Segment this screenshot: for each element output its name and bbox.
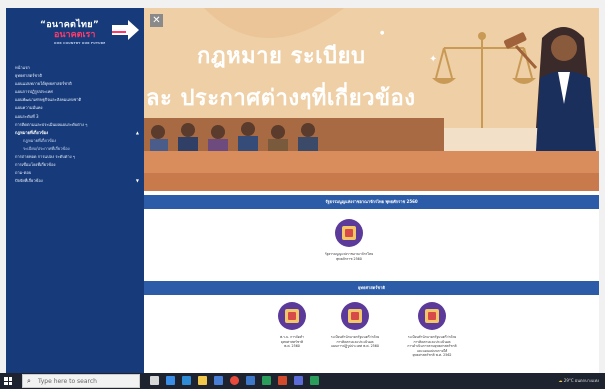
line-icon[interactable] bbox=[310, 376, 319, 385]
search-icon: ⌕ bbox=[27, 377, 31, 385]
powerpoint-icon[interactable] bbox=[278, 376, 287, 385]
windows-taskbar: ⌕ Type here to search ☁ 29°C ฝนตกบางแห่ง bbox=[0, 373, 605, 389]
sidebar-item-label: แผนการปฏิรูปประเทศ bbox=[15, 89, 53, 95]
search-placeholder: Type here to search bbox=[38, 378, 97, 385]
sidebar-item[interactable]: การติดตามและประเมินผลแผนระดับต่าง ๆ bbox=[6, 121, 144, 129]
sidebar-menu: หน้าแรกยุทธศาสตร์ชาติแผนแม่บทภายใต้ยุทธศ… bbox=[6, 64, 144, 185]
system-tray[interactable]: ☁ 29°C ฝนตกบางแห่ง bbox=[559, 377, 599, 384]
law-document-icon bbox=[335, 219, 363, 247]
sidebar-item-label: แผนพัฒนาเศรษฐกิจและสังคมแห่งชาติ bbox=[15, 97, 82, 103]
sidebar-item[interactable]: ถาม-ตอบ bbox=[6, 169, 144, 177]
logo-tagline: OUR COUNTRY OUR FUTURE bbox=[54, 41, 106, 45]
banner-title-line2: ละ ประกาศต่างๆที่เกี่ยวข้อง bbox=[146, 86, 416, 111]
document-card-label: ระเบียบสำนักนายกรัฐมนตรีว่าด้วย การติดตา… bbox=[407, 335, 457, 357]
sidebar-item[interactable]: แผนความมั่นคง bbox=[6, 104, 144, 112]
logo-arrow-icon bbox=[112, 20, 139, 40]
sidebar-item[interactable]: แผนระดับที่ 3 bbox=[6, 113, 144, 121]
sidebar-item-label: แผนความมั่นคง bbox=[15, 105, 43, 111]
excel-icon[interactable] bbox=[262, 376, 271, 385]
site-logo[interactable]: “อนาคตไทย” อนาคตเรา OUR COUNTRY OUR FUTU… bbox=[40, 17, 140, 47]
chevron-up-icon: ▲ bbox=[135, 129, 139, 135]
sidebar-item-label: ยุทธศาสตร์ชาติ bbox=[15, 73, 42, 79]
sidebar-item[interactable]: แผนแม่บทภายใต้ยุทธศาสตร์ชาติ bbox=[6, 80, 144, 88]
file-explorer-icon[interactable] bbox=[198, 376, 207, 385]
close-button[interactable]: ✕ bbox=[150, 14, 163, 27]
law-document-icon bbox=[341, 302, 369, 330]
banner-title-line1: กฎหมาย ระเบียบ bbox=[197, 44, 366, 69]
section-header-constitution: รัฐธรรมนูญแห่งราชอาณาจักรไทย พุทธศักราช … bbox=[144, 195, 599, 209]
logo-line2: อนาคตเรา bbox=[54, 30, 96, 40]
law-document-icon bbox=[418, 302, 446, 330]
windows-start-icon[interactable] bbox=[4, 377, 12, 385]
sidebar-item-label: การถ่ายทอด การแปลง ระดับต่าง ๆ bbox=[15, 154, 75, 160]
mail-icon[interactable] bbox=[214, 376, 223, 385]
screen: “อนาคตไทย” อนาคตเรา OUR COUNTRY OUR FUTU… bbox=[0, 0, 605, 389]
document-card[interactable]: รัฐธรรมนูญแห่งราชอาณาจักรไทย พุทธศักราช … bbox=[309, 219, 389, 261]
document-card-label: รัฐธรรมนูญแห่งราชอาณาจักรไทย พุทธศักราช … bbox=[324, 252, 374, 261]
sparkle-icon: ● bbox=[380, 30, 385, 36]
chrome-icon[interactable] bbox=[230, 376, 239, 385]
store-icon[interactable] bbox=[182, 376, 191, 385]
sidebar-item-label: ถาม-ตอบ bbox=[15, 170, 32, 176]
document-card[interactable]: ระเบียบสำนักนายกรัฐมนตรีว่าด้วย การติดตา… bbox=[384, 302, 480, 358]
sidebar-item[interactable]: ยุทธศาสตร์ชาติ bbox=[6, 72, 144, 80]
weather-text: 29°C ฝนตกบางแห่ง bbox=[563, 378, 599, 383]
chevron-down-icon: ▼ bbox=[135, 178, 139, 184]
sidebar-item-label: ระเบียบ/ประกาศที่เกี่ยวข้อง bbox=[23, 145, 70, 151]
sidebar: “อนาคตไทย” อนาคตเรา OUR COUNTRY OUR FUTU… bbox=[6, 8, 144, 373]
sidebar-item-label: หน้าแรก bbox=[15, 65, 30, 70]
weather-icon: ☁ bbox=[558, 378, 563, 383]
main-content: ✕ กฎหมาย ระเบียบ ละ ประกาศต่างๆที่เกี่ยว… bbox=[144, 8, 599, 373]
sidebar-item[interactable]: แผนพัฒนาเศรษฐกิจและสังคมแห่งชาติ bbox=[6, 96, 144, 104]
sidebar-item-label: แผนระดับที่ 3 bbox=[15, 113, 39, 119]
sidebar-item-label: แผนแม่บทภายใต้ยุทธศาสตร์ชาติ bbox=[15, 81, 72, 87]
sidebar-item[interactable]: ระเบียบ/ประกาศที่เกี่ยวข้อง bbox=[6, 145, 144, 153]
sidebar-item-label: กฎหมายที่เกี่ยวข้อง bbox=[15, 129, 49, 135]
sidebar-item[interactable]: การถ่ายทอด การแปลง ระดับต่าง ๆ bbox=[6, 153, 144, 161]
sparkle-icon: ✦ bbox=[429, 54, 438, 65]
sidebar-item[interactable]: ปัจจัยที่เกี่ยวข้อง ▼ bbox=[6, 177, 144, 185]
sidebar-item[interactable]: กฎหมายที่เกี่ยวข้อง bbox=[6, 137, 144, 145]
sidebar-item-label: กฎหมายที่เกี่ยวข้อง bbox=[23, 137, 57, 143]
sidebar-item[interactable]: แผนการปฏิรูปประเทศ bbox=[6, 88, 144, 96]
task-view-icon[interactable] bbox=[150, 376, 159, 385]
sidebar-item-label: การติดตามและประเมินผลแผนระดับต่าง ๆ bbox=[15, 121, 88, 127]
taskbar-search-box[interactable]: ⌕ Type here to search bbox=[22, 374, 140, 388]
edge-icon[interactable] bbox=[166, 376, 175, 385]
sidebar-item-label: การเชื่อมโยงที่เกี่ยวข้อง bbox=[15, 162, 56, 168]
sidebar-item[interactable]: กฎหมายที่เกี่ยวข้อง ▲ bbox=[6, 129, 144, 137]
word-icon[interactable] bbox=[246, 376, 255, 385]
sidebar-item[interactable]: การเชื่อมโยงที่เกี่ยวข้อง bbox=[6, 161, 144, 169]
banner-floor-edge bbox=[144, 173, 599, 191]
teams-icon[interactable] bbox=[294, 376, 303, 385]
hero-banner: ✕ กฎหมาย ระเบียบ ละ ประกาศต่างๆที่เกี่ยว… bbox=[144, 8, 599, 191]
sidebar-item-label: ปัจจัยที่เกี่ยวข้อง bbox=[15, 178, 43, 184]
sidebar-item[interactable]: หน้าแรก bbox=[6, 64, 144, 72]
section-header-national-strategy: ยุทธศาสตร์ชาติ bbox=[144, 281, 599, 295]
law-document-icon bbox=[278, 302, 306, 330]
